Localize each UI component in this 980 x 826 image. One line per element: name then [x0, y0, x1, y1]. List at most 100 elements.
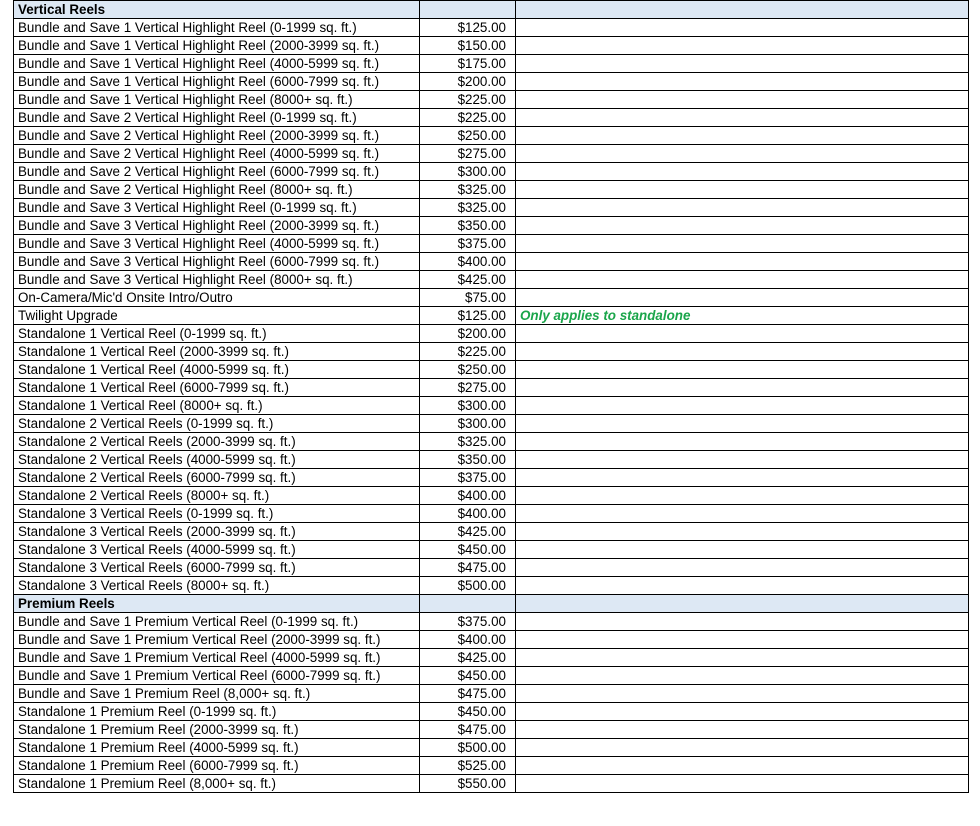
item-note-cell[interactable] — [515, 450, 969, 469]
item-note-cell[interactable] — [515, 684, 969, 703]
item-price-cell[interactable]: $450.00 — [419, 540, 516, 559]
item-description-cell[interactable]: Bundle and Save 3 Vertical Highlight Ree… — [13, 216, 420, 235]
item-price-cell[interactable]: $525.00 — [419, 756, 516, 775]
item-note-cell[interactable] — [515, 18, 969, 37]
item-price-cell[interactable]: $450.00 — [419, 666, 516, 685]
item-price-cell[interactable]: $400.00 — [419, 252, 516, 271]
item-note-cell[interactable] — [515, 486, 969, 505]
item-note-cell[interactable] — [515, 396, 969, 415]
section-price-cell[interactable] — [419, 594, 516, 613]
item-price-cell[interactable]: $400.00 — [419, 504, 516, 523]
item-description-cell[interactable]: Standalone 1 Premium Reel (4000-5999 sq.… — [13, 738, 420, 757]
item-description-cell[interactable]: Bundle and Save 1 Premium Vertical Reel … — [13, 648, 420, 667]
item-note-cell[interactable] — [515, 126, 969, 145]
item-price-cell[interactable]: $325.00 — [419, 180, 516, 199]
item-note-cell[interactable] — [515, 738, 969, 757]
section-price-cell[interactable] — [419, 0, 516, 19]
item-description-cell[interactable]: Standalone 1 Vertical Reel (8000+ sq. ft… — [13, 396, 420, 415]
item-price-cell[interactable]: $375.00 — [419, 612, 516, 631]
item-price-cell[interactable]: $75.00 — [419, 288, 516, 307]
item-description-cell[interactable]: Standalone 1 Vertical Reel (0-1999 sq. f… — [13, 324, 420, 343]
item-price-cell[interactable]: $475.00 — [419, 720, 516, 739]
item-price-cell[interactable]: $400.00 — [419, 630, 516, 649]
item-description-cell[interactable]: Bundle and Save 1 Vertical Highlight Ree… — [13, 36, 420, 55]
item-note-cell[interactable] — [515, 558, 969, 577]
item-price-cell[interactable]: $325.00 — [419, 432, 516, 451]
item-description-cell[interactable]: Bundle and Save 1 Premium Vertical Reel … — [13, 630, 420, 649]
item-price-cell[interactable]: $450.00 — [419, 702, 516, 721]
item-description-cell[interactable]: Bundle and Save 2 Vertical Highlight Ree… — [13, 126, 420, 145]
item-note-cell[interactable] — [515, 54, 969, 73]
item-price-cell[interactable]: $425.00 — [419, 270, 516, 289]
section-note-cell[interactable] — [515, 0, 969, 19]
section-title[interactable]: Vertical Reels — [13, 0, 420, 19]
item-description-cell[interactable]: Bundle and Save 2 Vertical Highlight Ree… — [13, 108, 420, 127]
item-description-cell[interactable]: Standalone 1 Vertical Reel (6000-7999 sq… — [13, 378, 420, 397]
item-price-cell[interactable]: $150.00 — [419, 36, 516, 55]
item-price-cell[interactable]: $300.00 — [419, 396, 516, 415]
item-note-cell[interactable] — [515, 666, 969, 685]
item-description-cell[interactable]: Standalone 3 Vertical Reels (6000-7999 s… — [13, 558, 420, 577]
item-price-cell[interactable]: $375.00 — [419, 234, 516, 253]
item-note-cell[interactable] — [515, 252, 969, 271]
item-note-cell[interactable] — [515, 72, 969, 91]
item-description-cell[interactable]: Bundle and Save 3 Vertical Highlight Ree… — [13, 252, 420, 271]
item-description-cell[interactable]: Standalone 2 Vertical Reels (2000-3999 s… — [13, 432, 420, 451]
item-note-cell[interactable] — [515, 504, 969, 523]
item-note-cell[interactable] — [515, 36, 969, 55]
item-note-cell[interactable] — [515, 144, 969, 163]
item-price-cell[interactable]: $125.00 — [419, 306, 516, 325]
item-price-cell[interactable]: $500.00 — [419, 576, 516, 595]
item-note-cell[interactable] — [515, 378, 969, 397]
item-description-cell[interactable]: Standalone 1 Premium Reel (6000-7999 sq.… — [13, 756, 420, 775]
item-price-cell[interactable]: $325.00 — [419, 198, 516, 217]
item-note-cell[interactable] — [515, 180, 969, 199]
item-price-cell[interactable]: $425.00 — [419, 522, 516, 541]
section-note-cell[interactable] — [515, 594, 969, 613]
item-price-cell[interactable]: $125.00 — [419, 18, 516, 37]
item-note-cell[interactable] — [515, 198, 969, 217]
item-note-cell[interactable] — [515, 270, 969, 289]
item-description-cell[interactable]: Standalone 3 Vertical Reels (0-1999 sq. … — [13, 504, 420, 523]
item-note-cell[interactable] — [515, 324, 969, 343]
item-price-cell[interactable]: $300.00 — [419, 414, 516, 433]
item-description-cell[interactable]: Bundle and Save 1 Vertical Highlight Ree… — [13, 72, 420, 91]
item-price-cell[interactable]: $350.00 — [419, 450, 516, 469]
item-note-cell[interactable] — [515, 288, 969, 307]
section-title[interactable]: Premium Reels — [13, 594, 420, 613]
item-note-cell[interactable] — [515, 720, 969, 739]
item-description-cell[interactable]: Bundle and Save 1 Vertical Highlight Ree… — [13, 18, 420, 37]
item-description-cell[interactable]: Twilight Upgrade — [13, 306, 420, 325]
item-price-cell[interactable]: $175.00 — [419, 54, 516, 73]
item-price-cell[interactable]: $300.00 — [419, 162, 516, 181]
item-description-cell[interactable]: Bundle and Save 3 Vertical Highlight Ree… — [13, 270, 420, 289]
item-description-cell[interactable]: Bundle and Save 1 Vertical Highlight Ree… — [13, 54, 420, 73]
item-description-cell[interactable]: Standalone 3 Vertical Reels (4000-5999 s… — [13, 540, 420, 559]
item-price-cell[interactable]: $550.00 — [419, 774, 516, 793]
item-note-cell[interactable] — [515, 234, 969, 253]
item-description-cell[interactable]: Standalone 2 Vertical Reels (4000-5999 s… — [13, 450, 420, 469]
item-description-cell[interactable]: Standalone 1 Premium Reel (8,000+ sq. ft… — [13, 774, 420, 793]
item-description-cell[interactable]: Standalone 3 Vertical Reels (8000+ sq. f… — [13, 576, 420, 595]
item-description-cell[interactable]: Standalone 1 Premium Reel (0-1999 sq. ft… — [13, 702, 420, 721]
item-price-cell[interactable]: $475.00 — [419, 558, 516, 577]
item-price-cell[interactable]: $425.00 — [419, 648, 516, 667]
item-description-cell[interactable]: Bundle and Save 3 Vertical Highlight Ree… — [13, 198, 420, 217]
item-description-cell[interactable]: Bundle and Save 2 Vertical Highlight Ree… — [13, 180, 420, 199]
item-description-cell[interactable]: Standalone 1 Vertical Reel (4000-5999 sq… — [13, 360, 420, 379]
item-note-cell[interactable] — [515, 576, 969, 595]
item-note-cell[interactable] — [515, 432, 969, 451]
item-description-cell[interactable]: Bundle and Save 3 Vertical Highlight Ree… — [13, 234, 420, 253]
item-price-cell[interactable]: $275.00 — [419, 144, 516, 163]
item-price-cell[interactable]: $225.00 — [419, 342, 516, 361]
item-note-cell[interactable] — [515, 90, 969, 109]
item-note-cell[interactable] — [515, 342, 969, 361]
item-note-cell[interactable] — [515, 648, 969, 667]
item-note-cell[interactable] — [515, 612, 969, 631]
item-price-cell[interactable]: $350.00 — [419, 216, 516, 235]
item-description-cell[interactable]: Bundle and Save 1 Premium Reel (8,000+ s… — [13, 684, 420, 703]
item-description-cell[interactable]: Standalone 1 Vertical Reel (2000-3999 sq… — [13, 342, 420, 361]
item-note-cell[interactable] — [515, 216, 969, 235]
item-note-cell[interactable] — [515, 522, 969, 541]
item-note-cell[interactable] — [515, 774, 969, 793]
